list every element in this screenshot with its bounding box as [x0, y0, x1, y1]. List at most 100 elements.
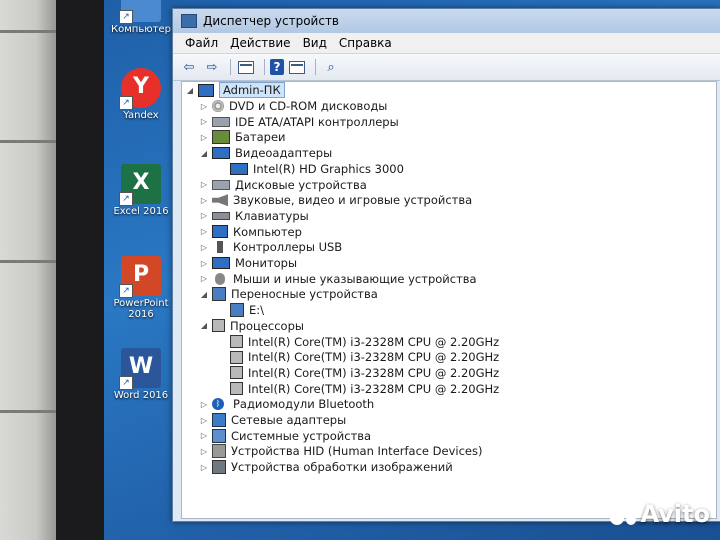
desktop-icon-word[interactable]: W ↗ Word 2016 [108, 348, 174, 401]
scan-hardware-icon[interactable]: ⌕ [321, 58, 341, 76]
tree-device[interactable]: Intel(R) Core(TM) i3-2328M CPU @ 2.20GHz [230, 365, 499, 381]
shortcut-arrow-icon: ↗ [119, 192, 133, 206]
expand-arrow-icon[interactable]: ▷ [200, 431, 208, 440]
desktop-icon-yandex[interactable]: Y ↗ Yandex [108, 68, 174, 121]
tree-item-label: Процессоры [230, 318, 304, 333]
processor-icon [230, 382, 243, 396]
tree-category[interactable]: ▷ Клавиатуры [200, 208, 309, 224]
monitor-bezel [56, 0, 106, 540]
mouse-icon [215, 272, 225, 285]
view-icon[interactable] [287, 58, 307, 76]
avito-logo-icon [610, 501, 637, 527]
device-tree: ◢ Admin-ПК ▷ DVD и CD-ROM дисководы ▷ IDE A… [181, 81, 717, 519]
tree-item-label: Intel(R) Core(TM) i3-2328M CPU @ 2.20GHz [248, 350, 500, 365]
portable-device-icon [230, 303, 244, 318]
expand-arrow-icon[interactable]: ▷ [200, 447, 208, 456]
expand-arrow-icon[interactable]: ▷ [200, 259, 208, 268]
tree-item-label: Мониторы [235, 256, 298, 270]
expand-arrow-icon[interactable]: ▷ [200, 227, 208, 236]
desktop-icon-label: Word 2016 [113, 390, 169, 401]
tree-category[interactable]: ▷ Сетевые адаптеры [200, 412, 346, 428]
tree-item-label: Сетевые адаптеры [231, 413, 347, 427]
usb-icon [217, 241, 223, 254]
collapse-arrow-icon[interactable]: ◢ [200, 290, 208, 299]
back-arrow-icon[interactable]: ⇦ [179, 58, 199, 76]
title-bar[interactable]: Диспетчер устройств [173, 9, 720, 33]
toolbar-separator [264, 59, 265, 75]
tree-item-label: Видеоадаптеры [235, 146, 333, 161]
expand-arrow-icon[interactable]: ▷ [200, 196, 208, 205]
tree-category[interactable]: ▷ Дисковые устройства [200, 177, 367, 193]
desktop-icon-powerpoint[interactable]: P ↗ PowerPoint 2016 [108, 256, 174, 320]
tree-category[interactable]: ▷ Компьютер [200, 224, 302, 240]
desktop-icon-label: PowerPoint 2016 [113, 298, 169, 320]
tree-category[interactable]: ▷ Мыши и иные указывающие устройства [200, 271, 477, 287]
keyboard-icon [212, 211, 230, 220]
desktop-icon-excel[interactable]: X ↗ Excel 2016 [108, 164, 174, 217]
menu-view[interactable]: Вид [303, 36, 327, 50]
bluetooth-icon: ᛒ [212, 398, 224, 411]
menu-help[interactable]: Справка [339, 36, 392, 50]
shortcut-arrow-icon: ↗ [119, 376, 133, 390]
expand-arrow-icon[interactable]: ▷ [200, 117, 208, 126]
expand-arrow-icon[interactable]: ▷ [200, 243, 208, 252]
tree-device[interactable]: E:\ [230, 302, 264, 318]
tree-category[interactable]: ▷ IDE ATA/ATAPI контроллеры [200, 114, 399, 130]
avito-watermark: Avito [610, 500, 710, 528]
tree-category[interactable]: ▷ Контроллеры USB [200, 239, 342, 255]
menu-file[interactable]: Файл [185, 36, 218, 50]
help-icon[interactable]: ? [270, 59, 284, 75]
tree-category[interactable]: ▷ DVD и CD-ROM дисководы [200, 98, 387, 114]
tree-item-label: Радиомодули Bluetooth [233, 397, 375, 412]
tree-device[interactable]: Intel(R) Core(TM) i3-2328M CPU @ 2.20GHz [230, 381, 499, 397]
tree-category[interactable]: ◢ Переносные устройства [200, 286, 378, 302]
tree-category[interactable]: ◢ Процессоры [200, 318, 304, 334]
expand-arrow-icon[interactable]: ▷ [200, 180, 208, 189]
tree-item-label: Компьютер [233, 224, 302, 239]
display-adapter-icon [230, 162, 248, 175]
tree-device[interactable]: Intel(R) HD Graphics 3000 [230, 161, 404, 177]
expand-arrow-icon[interactable]: ▷ [200, 102, 208, 111]
expand-arrow-icon[interactable]: ▷ [200, 400, 208, 409]
collapse-arrow-icon[interactable]: ◢ [200, 149, 208, 158]
collapse-arrow-icon[interactable]: ◢ [186, 86, 194, 95]
expand-arrow-icon[interactable]: ▷ [200, 463, 208, 472]
tree-category[interactable]: ◢ Видеоадаптеры [200, 145, 332, 161]
ide-controller-icon [212, 116, 230, 127]
avito-watermark-text: Avito [640, 500, 710, 528]
powerpoint-icon: P ↗ [119, 256, 161, 298]
menu-action[interactable]: Действие [230, 36, 290, 50]
hid-icon [212, 444, 226, 459]
collapse-arrow-icon[interactable]: ◢ [200, 321, 208, 330]
tree-category[interactable]: ▷ Батареи [200, 129, 286, 145]
tree-category[interactable]: ▷ Звуковые, видео и игровые устройства [200, 192, 472, 208]
window-title: Диспетчер устройств [203, 14, 340, 28]
dvd-drive-icon [212, 100, 224, 112]
forward-arrow-icon[interactable]: ⇨ [202, 58, 222, 76]
tree-device[interactable]: Intel(R) Core(TM) i3-2328M CPU @ 2.20GHz [230, 334, 499, 350]
portable-device-icon [212, 287, 226, 302]
expand-arrow-icon[interactable]: ▷ [200, 211, 208, 220]
tree-category[interactable]: ▷ Устройства HID (Human Interface Devices… [200, 443, 482, 459]
tree-device[interactable]: Intel(R) Core(TM) i3-2328M CPU @ 2.20GHz [230, 349, 499, 365]
network-adapter-icon [212, 413, 226, 427]
tree-item-label: Переносные устройства [231, 287, 378, 302]
tree-item-label: Устройства обработки изображений [231, 460, 453, 475]
properties-icon[interactable] [236, 58, 256, 76]
tree-root-label: Admin-ПК [219, 82, 285, 98]
yandex-icon: Y ↗ [119, 68, 161, 110]
tree-item-label: Intel(R) Core(TM) i3-2328M CPU @ 2.20GHz [248, 365, 500, 380]
processor-icon [230, 350, 243, 364]
desktop-icon-computer[interactable]: ↗ Компьютер [108, 0, 174, 35]
tree-category[interactable]: ▷ Системные устройства [200, 428, 371, 444]
expand-arrow-icon[interactable]: ▷ [200, 416, 208, 425]
tree-category[interactable]: ▷ Мониторы [200, 255, 297, 271]
expand-arrow-icon[interactable]: ▷ [200, 274, 208, 283]
tree-root[interactable]: ◢ Admin-ПК [186, 82, 285, 98]
tree-category[interactable]: ▷ ᛒ Радиомодули Bluetooth [200, 396, 374, 412]
tree-item-label: Батареи [235, 130, 286, 145]
processor-icon [230, 366, 243, 380]
expand-arrow-icon[interactable]: ▷ [200, 133, 208, 142]
tree-category[interactable]: ▷ Устройства обработки изображений [200, 459, 453, 475]
tree-item-label: Intel(R) HD Graphics 3000 [253, 161, 404, 176]
